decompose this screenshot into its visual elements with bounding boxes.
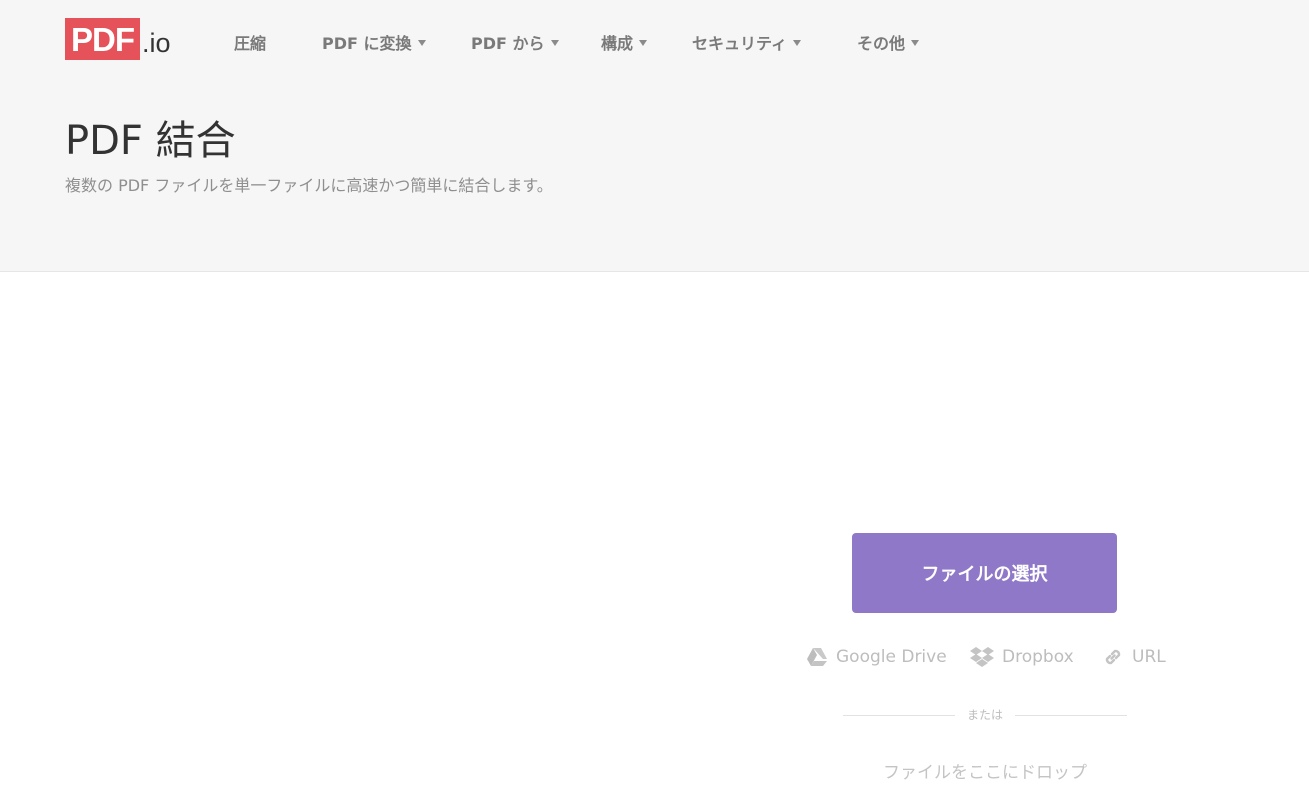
nav-label: PDF から [471,34,545,53]
drop-zone-label[interactable]: ファイルをここにドロップ [835,758,1135,783]
link-icon [1105,649,1121,665]
divider-right [1015,715,1127,716]
caret-down-icon [911,40,920,46]
or-separator: または [966,708,1003,722]
nav-label: PDF に変換 [322,34,412,53]
logo-ext: .io [142,28,171,58]
caret-down-icon [793,40,802,46]
nav-organize[interactable]: 構成 [601,30,648,54]
source-label: Google Drive [836,647,947,667]
caret-down-icon [417,40,426,46]
dropbox-icon [970,647,994,667]
url-button[interactable]: URL [1102,645,1166,669]
page-title: PDF 結合 [65,118,236,164]
divider-left [843,715,955,716]
caret-down-icon [550,40,559,46]
nav-security[interactable]: セキュリティ [692,30,802,54]
logo-mark: PDF [65,18,140,60]
source-label: URL [1132,647,1166,667]
nav-label: 圧縮 [234,34,267,53]
nav-label: 構成 [601,34,634,53]
select-file-button[interactable]: ファイルの選択 [852,533,1117,613]
nav-label: その他 [857,34,906,53]
page-subtitle: 複数の PDF ファイルを単一ファイルに高速かつ簡単に結合します。 [65,176,553,195]
site-logo[interactable]: PDF .io [65,18,171,60]
header-banner: PDF .io 圧縮 PDF に変換 PDF から 構成 セキュリティ その他 … [0,0,1309,272]
google-drive-button[interactable]: Google Drive [806,645,947,669]
nav-from-pdf[interactable]: PDF から [471,30,559,54]
google-drive-icon [807,648,827,666]
source-label: Dropbox [1002,647,1074,667]
caret-down-icon [639,40,648,46]
nav-label: セキュリティ [692,34,788,53]
nav-to-pdf[interactable]: PDF に変換 [322,30,426,54]
nav-compress[interactable]: 圧縮 [234,30,266,54]
dropbox-button[interactable]: Dropbox [970,645,1074,669]
nav-more[interactable]: その他 [857,30,920,54]
